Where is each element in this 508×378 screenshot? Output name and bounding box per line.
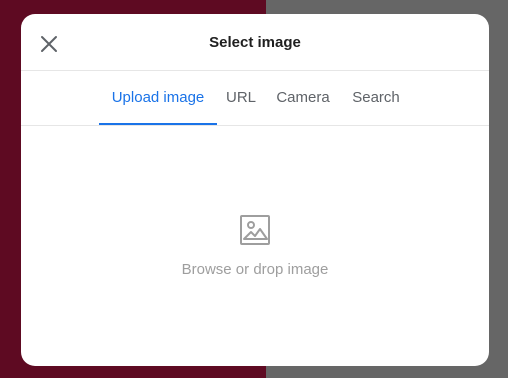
upload-dropzone[interactable]: Browse or drop image [21,126,489,365]
dialog-title: Select image [209,34,301,51]
dialog-header: Select image [21,14,489,71]
tab-url[interactable]: URL [223,71,259,125]
select-image-dialog: Select image Upload image URL Camera Sea… [21,14,489,366]
tab-bar: Upload image URL Camera Search [21,71,489,126]
tab-upload-image[interactable]: Upload image [99,71,217,125]
dropzone-label: Browse or drop image [181,261,329,278]
tab-camera[interactable]: Camera [273,71,333,125]
image-icon [240,215,270,245]
tab-search[interactable]: Search [348,71,404,125]
